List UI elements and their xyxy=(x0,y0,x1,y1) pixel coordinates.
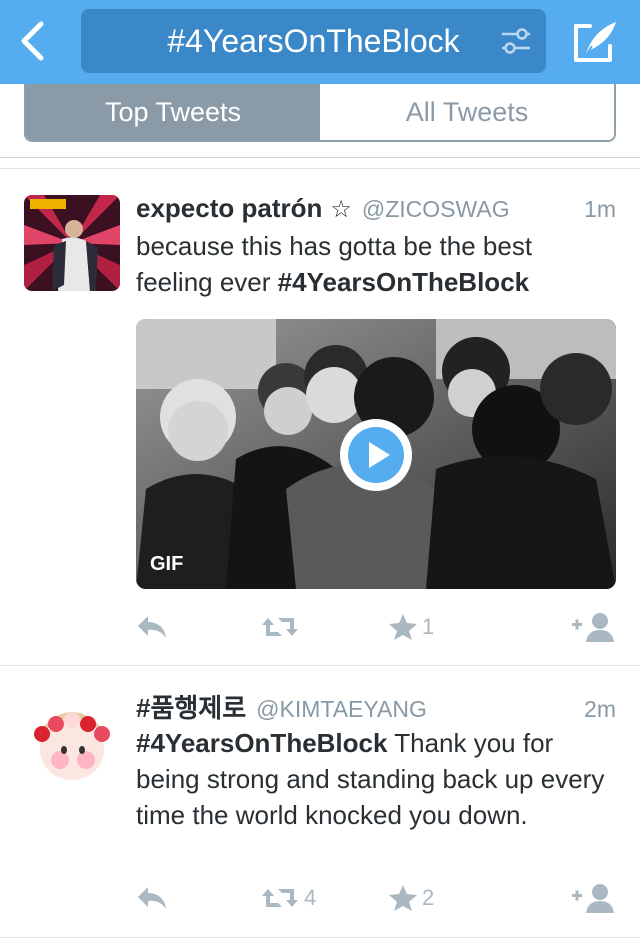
add-user-icon xyxy=(572,884,614,913)
avatar[interactable] xyxy=(24,195,120,291)
tweet[interactable]: expecto patrón ☆ @ZICOSWAG 1m because th… xyxy=(0,169,640,666)
star-icon xyxy=(389,614,417,640)
compose-button[interactable] xyxy=(572,18,620,64)
reply-icon xyxy=(138,887,166,909)
tweet-actions: 1 xyxy=(136,609,616,645)
favorite-button[interactable]: 2 xyxy=(388,880,434,916)
author-handle[interactable]: @ZICOSWAG xyxy=(362,196,510,223)
timestamp: 1m xyxy=(584,196,616,222)
author-name[interactable]: expecto patrón xyxy=(136,193,322,224)
compose-quill-icon xyxy=(574,22,616,62)
retweet-icon xyxy=(262,889,298,907)
segmented-control: Top Tweets All Tweets xyxy=(24,84,616,142)
avatar-image xyxy=(24,692,120,788)
author-handle[interactable]: @KIMTAEYANG xyxy=(256,696,427,723)
reply-icon xyxy=(138,616,166,638)
hashtag-link[interactable]: #4YearsOnTheBlock xyxy=(136,728,387,758)
tabs-bar: Top Tweets All Tweets xyxy=(0,84,640,158)
avatar[interactable] xyxy=(24,692,120,788)
filter-sliders-icon xyxy=(502,28,530,54)
add-user-icon xyxy=(572,613,614,642)
tweet-text: because this has gotta be the best feeli… xyxy=(136,228,606,300)
tweet-header: #품행제로 @KIMTAEYANG 2m xyxy=(136,688,616,723)
tweet-actions: 4 2 xyxy=(136,880,616,916)
retweet-icon xyxy=(262,618,298,636)
search-query[interactable]: #4YearsOnTheBlock xyxy=(81,9,546,73)
favorite-count: 1 xyxy=(422,614,435,639)
favorite-button[interactable]: 1 xyxy=(388,609,434,645)
hashtag-link[interactable]: #4YearsOnTheBlock xyxy=(278,267,529,297)
retweet-button[interactable] xyxy=(260,609,304,645)
reply-button[interactable] xyxy=(136,609,168,645)
reply-button[interactable] xyxy=(136,880,168,916)
timestamp: 2m xyxy=(584,696,616,722)
gif-media[interactable]: GIF xyxy=(136,319,616,589)
tweet-text: #4YearsOnTheBlock Thank you for being st… xyxy=(136,725,606,833)
tab-all-tweets[interactable]: All Tweets xyxy=(320,84,614,140)
play-button[interactable] xyxy=(340,419,412,491)
filter-button[interactable] xyxy=(500,27,532,55)
author-name[interactable]: #품행제로 xyxy=(136,688,246,725)
chevron-left-icon xyxy=(21,21,44,61)
search-field[interactable]: #4YearsOnTheBlock xyxy=(81,9,546,73)
avatar-image xyxy=(24,195,120,291)
follow-button[interactable] xyxy=(572,880,616,916)
star-icon xyxy=(389,885,417,911)
favorite-count: 2 xyxy=(422,885,435,910)
gif-badge: GIF xyxy=(150,553,184,575)
follow-button[interactable] xyxy=(572,609,616,645)
retweet-count: 4 xyxy=(304,885,317,910)
navigation-bar: #4YearsOnTheBlock xyxy=(0,0,640,84)
retweet-button[interactable]: 4 xyxy=(260,880,316,916)
tab-top-tweets[interactable]: Top Tweets xyxy=(26,84,320,140)
tweet[interactable]: #품행제로 @KIMTAEYANG 2m #4YearsOnTheBlock T… xyxy=(0,666,640,938)
back-button[interactable] xyxy=(12,18,52,64)
play-icon xyxy=(348,427,404,483)
star-icon: ☆ xyxy=(330,196,352,223)
tweet-header: expecto patrón ☆ @ZICOSWAG 1m xyxy=(136,193,616,225)
